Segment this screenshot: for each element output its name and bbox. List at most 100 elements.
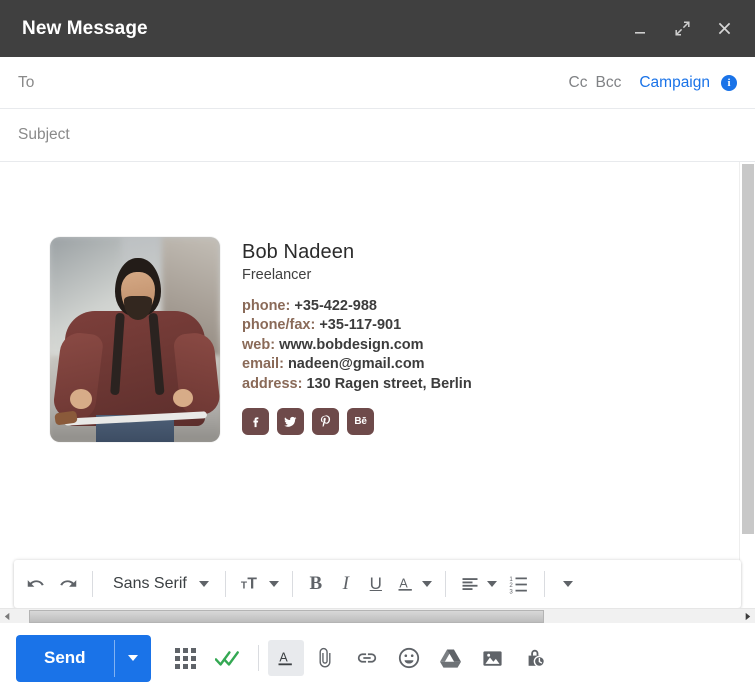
signature-role: Freelancer [242,266,472,286]
formatting-options-icon[interactable]: A [268,640,304,676]
apps-grid-dots [175,648,196,669]
send-button-group[interactable]: Send [16,635,151,682]
underline-label: U [370,574,382,594]
subject-field-row[interactable]: Subject [0,109,755,162]
chevron-down-icon [199,581,209,587]
signature-photo [50,237,220,442]
font-family-select[interactable]: Sans Serif [101,567,217,601]
chevron-down-icon [269,581,279,587]
signature-detail-email: email: nadeen@gmail.com [242,355,472,375]
signature-detail-phone: phone: +35-422-988 [242,297,472,317]
facebook-icon[interactable] [242,408,269,435]
to-field-row[interactable]: To Cc Bcc Campaign i [0,57,755,109]
window-controls [627,16,737,42]
signature-detail-address: address: 130 Ragen street, Berlin [242,375,472,395]
detail-value: 130 Ragen street, Berlin [306,376,471,392]
detail-value: nadeen@gmail.com [288,356,425,372]
toolbar-divider [92,571,93,597]
minimize-button[interactable] [627,16,653,42]
detail-value: +35-422-988 [294,298,377,314]
horizontal-scrollbar[interactable] [0,608,755,623]
body-vertical-scrollbar[interactable] [739,162,755,560]
send-button[interactable]: Send [16,635,114,682]
svg-text:A: A [399,576,408,590]
svg-text:T: T [247,576,257,593]
detail-label: web: [242,337,275,353]
bold-label: B [309,573,322,595]
detail-label: address: [242,376,302,392]
italic-label: I [343,573,349,595]
signature-details: phone: +35-422-988 phone/fax: +35-117-90… [242,297,472,395]
signature-detail-web: web: www.bobdesign.com [242,336,472,356]
insert-link-icon[interactable] [346,637,388,679]
window-titlebar: New Message [0,0,755,57]
email-signature: Bob Nadeen Freelancer phone: +35-422-988… [50,237,755,442]
redo-icon[interactable] [52,567,84,601]
toolbar-divider [445,571,446,597]
signature-social-links: Bē [242,408,472,435]
toolbar-divider [544,571,545,597]
window-title: New Message [22,18,627,40]
confidential-mode-icon[interactable] [514,637,556,679]
detail-value: www.bobdesign.com [279,337,423,353]
insert-emoji-icon[interactable] [388,637,430,679]
behance-icon[interactable]: Bē [347,408,374,435]
send-options-button[interactable] [115,635,151,682]
action-bar-divider [258,645,259,671]
scroll-left-arrow-icon[interactable] [0,609,15,624]
chevron-down-icon [422,581,432,587]
cc-button[interactable]: Cc [569,74,588,92]
scroll-right-arrow-icon[interactable] [740,609,755,624]
campaign-link[interactable]: Campaign [639,74,710,92]
subject-input[interactable]: Subject [18,126,737,144]
italic-button[interactable]: I [331,567,361,601]
text-color-button[interactable]: A [391,567,437,601]
bold-button[interactable]: B [301,567,331,601]
chevron-down-icon [487,581,497,587]
pinterest-icon[interactable] [312,408,339,435]
svg-text:3: 3 [509,588,513,595]
undo-icon[interactable] [20,567,52,601]
double-check-icon[interactable] [207,637,249,679]
horizontal-scrollbar-track[interactable] [15,609,740,624]
detail-label: phone: [242,298,290,314]
signature-text: Bob Nadeen Freelancer phone: +35-422-988… [242,237,472,435]
action-bar-icons: A [165,637,556,679]
insert-photo-icon[interactable] [472,637,514,679]
message-body[interactable]: Bob Nadeen Freelancer phone: +35-422-988… [0,162,755,560]
behance-label: Bē [354,416,366,427]
font-family-label: Sans Serif [113,575,187,593]
info-icon[interactable]: i [721,75,737,91]
detail-label: phone/fax: [242,317,315,333]
chevron-down-icon [128,655,138,661]
detail-label: email: [242,356,284,372]
vertical-scrollbar-thumb[interactable] [742,164,754,534]
detail-value: +35-117-901 [319,317,401,333]
compose-action-bar: Send A [0,623,755,693]
more-formatting-options-button[interactable] [553,567,583,601]
twitter-icon[interactable] [277,408,304,435]
bcc-button[interactable]: Bcc [596,74,622,92]
compose-window: New Message To [0,0,755,693]
svg-text:A: A [279,650,288,664]
attach-file-icon[interactable] [304,637,346,679]
apps-grid-icon[interactable] [165,637,207,679]
horizontal-scrollbar-thumb[interactable] [29,610,544,623]
numbered-list-button[interactable]: 1 2 3 [502,567,536,601]
toolbar-divider [292,571,293,597]
expand-button[interactable] [669,16,695,42]
google-drive-icon[interactable] [430,637,472,679]
to-row-actions: Cc Bcc Campaign i [569,74,737,92]
signature-name: Bob Nadeen [242,240,472,264]
formatting-toolbar-wrap: Sans Serif T T B I U [0,560,755,608]
close-button[interactable] [711,16,737,42]
signature-detail-phonefax: phone/fax: +35-117-901 [242,316,472,336]
to-input[interactable]: To [18,74,569,92]
align-button[interactable] [454,567,502,601]
underline-button[interactable]: U [361,567,391,601]
formatting-toolbar: Sans Serif T T B I U [14,560,741,608]
font-size-button[interactable]: T T [234,567,284,601]
chevron-down-icon [563,581,573,587]
message-body-content[interactable]: Bob Nadeen Freelancer phone: +35-422-988… [0,162,755,442]
toolbar-divider [225,571,226,597]
